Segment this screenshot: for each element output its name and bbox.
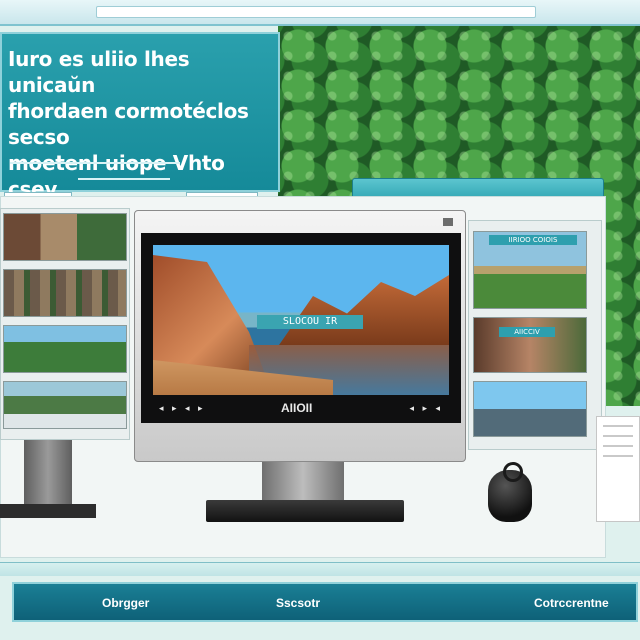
video-player: SLOCOU IR ◂ ▸ ◂ ▸ AIIOII ◂ ▸ ◂ [141, 233, 461, 423]
left-monitor-base [0, 504, 96, 518]
right-thumbnail-list: IIRIOO COIOIS AIICCIV [468, 220, 602, 450]
nav-item[interactable]: Sscsotr [276, 596, 320, 610]
left-monitor-stand [24, 440, 72, 504]
text-line [603, 445, 633, 447]
monitor-base [206, 500, 404, 522]
hero-divider-short [78, 178, 170, 180]
thumbnail-item[interactable] [3, 213, 127, 261]
canyon-cliff-right [279, 275, 449, 345]
video-frame-landscape[interactable]: SLOCOU IR [153, 245, 449, 395]
monitor: SLOCOU IR ◂ ▸ ◂ ▸ AIIOII ◂ ▸ ◂ [134, 210, 466, 462]
hero-divider [10, 162, 180, 164]
browser-toolbar [0, 0, 640, 26]
power-indicator-icon [443, 218, 453, 226]
thumbnail-item[interactable] [3, 381, 127, 429]
document-page [596, 416, 640, 522]
video-title: AIIOII [281, 401, 313, 415]
thumbnail-caption: AIICCIV [499, 327, 555, 337]
playback-controls-left[interactable]: ◂ ▸ ◂ ▸ [159, 403, 206, 414]
video-controls: ◂ ▸ ◂ ▸ AIIOII ◂ ▸ ◂ [153, 399, 449, 417]
playback-controls-right[interactable]: ◂ ▸ ◂ [409, 403, 443, 414]
footer-strip [0, 562, 640, 576]
thumbnail-item[interactable] [473, 381, 587, 437]
address-bar[interactable] [96, 6, 536, 18]
nav-item[interactable]: Cotrccrentne [534, 596, 609, 610]
thumbnail-item[interactable] [473, 317, 587, 373]
nav-item[interactable]: Obrgger [102, 596, 149, 610]
text-line [603, 435, 633, 437]
thumbnail-caption: IIRIOO COIOIS [489, 235, 577, 245]
video-overlay-label: SLOCOU IR [257, 315, 363, 329]
thumbnail-item[interactable] [3, 325, 127, 373]
mouse-icon [488, 462, 532, 522]
left-thumbnail-list [0, 208, 130, 440]
text-line [603, 455, 633, 457]
thumbnail-item[interactable] [3, 269, 127, 317]
hero-banner: Iuro es uliio lhes unicaŭn fhordaen corm… [0, 32, 280, 208]
monitor-bezel-top [143, 215, 459, 229]
bottom-nav-bar: Obrgger Sscsotr Cotrccrentne [12, 582, 638, 622]
text-line [603, 425, 633, 427]
